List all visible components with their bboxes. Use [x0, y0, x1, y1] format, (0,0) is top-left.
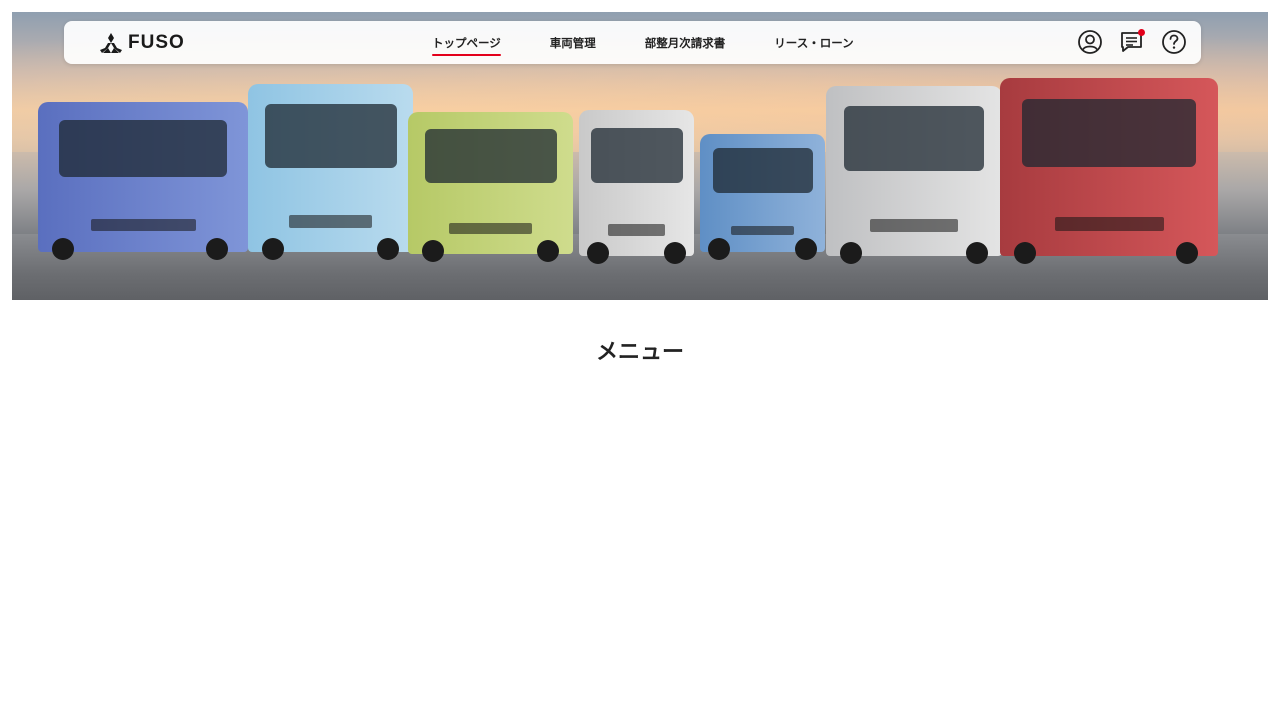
- nav-item-lease-loan[interactable]: リース・ローン: [774, 35, 853, 51]
- mitsubishi-diamond-icon: [100, 33, 122, 53]
- vehicle-truck-lightblue: [248, 84, 413, 260]
- vehicle-coach-red: [1000, 78, 1218, 264]
- vehicle-truck-white: [579, 110, 694, 264]
- messages-button[interactable]: [1119, 29, 1145, 55]
- main-menu: トップページ 車両管理 部整月次請求書 リース・ローン: [432, 21, 903, 64]
- account-icon: [1078, 30, 1102, 54]
- top-navigation-bar: FUSO トップページ 車両管理 部整月次請求書 リース・ローン: [64, 21, 1201, 64]
- nav-item-top-page[interactable]: トップページ: [432, 35, 501, 56]
- vehicle-coach-blue: [38, 102, 248, 260]
- nav-item-vehicle-management[interactable]: 車両管理: [550, 35, 596, 51]
- brand-logo[interactable]: FUSO: [100, 32, 185, 54]
- notification-dot: [1138, 29, 1145, 36]
- header-icon-group: [1077, 29, 1187, 55]
- brand-wordmark: FUSO: [128, 32, 185, 53]
- nav-item-monthly-invoice[interactable]: 部整月次請求書: [645, 35, 726, 51]
- account-button[interactable]: [1077, 29, 1103, 55]
- help-button[interactable]: [1161, 29, 1187, 55]
- help-icon: [1162, 30, 1186, 54]
- vehicle-bus-green: [408, 112, 573, 262]
- vehicle-truck-silver: [826, 86, 1002, 264]
- menu-heading: メニュー: [595, 340, 684, 365]
- vehicle-minibus-blue: [700, 134, 825, 260]
